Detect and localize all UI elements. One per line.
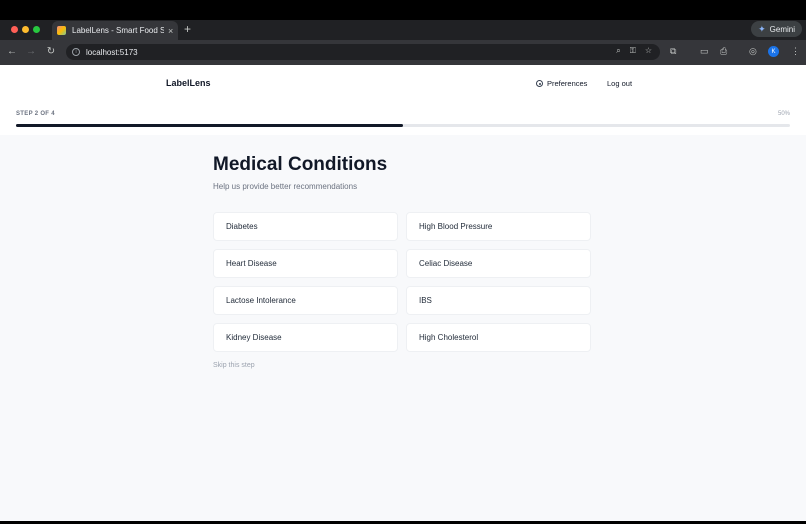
progress-section: STEP 2 OF 4 50%: [0, 103, 806, 135]
os-top-bar: [0, 0, 806, 20]
app-logo[interactable]: LabelLens: [166, 78, 211, 88]
condition-option-high-cholesterol[interactable]: High Cholesterol: [406, 323, 591, 352]
page-title: Medical Conditions: [213, 154, 388, 175]
progress-track: [16, 124, 790, 127]
condition-option-lactose-intolerance[interactable]: Lactose Intolerance: [213, 286, 398, 315]
bookmark-star-icon[interactable]: ☆: [645, 46, 652, 56]
app-header: LabelLens Preferences Log out: [0, 65, 806, 103]
close-window-button[interactable]: [11, 26, 18, 33]
condition-option-ibs[interactable]: IBS: [406, 286, 591, 315]
preferences-link[interactable]: Preferences: [536, 79, 587, 88]
save-page-icon[interactable]: ⎙: [720, 46, 727, 57]
condition-option-kidney-disease[interactable]: Kidney Disease: [213, 323, 398, 352]
url-text: localhost:5173: [86, 47, 138, 57]
favicon-icon: [57, 26, 66, 35]
key-icon[interactable]: ⚿: [630, 46, 636, 56]
zoom-window-button[interactable]: [33, 26, 40, 33]
zoom-icon[interactable]: ⌕: [616, 46, 620, 56]
logout-button[interactable]: Log out: [607, 79, 632, 88]
skip-step-link[interactable]: Skip this step: [213, 362, 255, 369]
minimize-window-button[interactable]: [22, 26, 29, 33]
cast-icon[interactable]: ▭: [700, 46, 709, 57]
new-tab-button[interactable]: +: [184, 22, 191, 36]
sparkle-icon: ✦: [758, 23, 766, 34]
step-label: STEP 2 OF 4: [16, 111, 55, 117]
browser-tab[interactable]: LabelLens - Smart Food Scanner ×: [52, 21, 178, 40]
gear-icon: [536, 80, 543, 87]
address-bar[interactable]: i localhost:5173 ⌕ ⚿ ☆: [66, 44, 660, 60]
menu-icon[interactable]: ⋮: [791, 46, 800, 57]
condition-option-heart-disease[interactable]: Heart Disease: [213, 249, 398, 278]
progress-percent: 50%: [777, 111, 790, 117]
gemini-button[interactable]: ✦ Gemini: [751, 21, 802, 37]
progress-fill: [16, 124, 403, 127]
page-subtitle: Help us provide better recommendations: [213, 182, 358, 191]
page: LabelLens Preferences Log out STEP 2 OF …: [0, 65, 806, 521]
gemini-label: Gemini: [769, 24, 795, 34]
condition-option-high-blood-pressure[interactable]: High Blood Pressure: [406, 212, 591, 241]
preferences-label: Preferences: [547, 79, 588, 88]
profile-avatar[interactable]: K: [768, 46, 779, 57]
forward-icon[interactable]: →: [25, 46, 37, 57]
site-info-icon[interactable]: i: [72, 48, 80, 56]
condition-option-diabetes[interactable]: Diabetes: [213, 212, 398, 241]
extensions-icon[interactable]: ⧉: [670, 46, 676, 57]
reload-icon[interactable]: ↻: [45, 46, 57, 57]
conditions-grid: Diabetes High Blood Pressure Heart Disea…: [213, 212, 593, 352]
tab-title: LabelLens - Smart Food Scanner: [72, 26, 164, 35]
close-tab-icon[interactable]: ×: [168, 26, 173, 36]
condition-option-celiac-disease[interactable]: Celiac Disease: [406, 249, 591, 278]
back-icon[interactable]: ←: [6, 46, 18, 57]
lens-icon[interactable]: ◎: [749, 46, 757, 57]
